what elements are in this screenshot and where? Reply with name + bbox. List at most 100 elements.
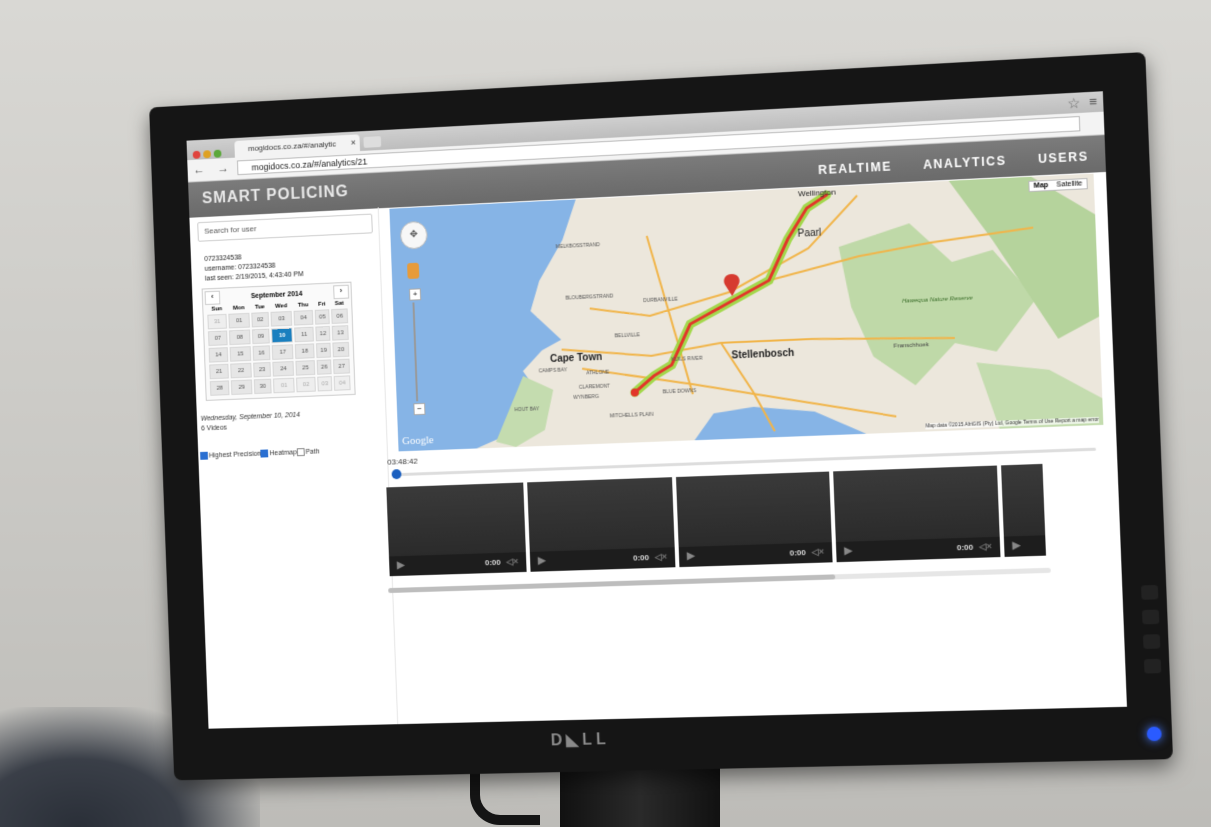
monitor-buttons <box>1141 584 1162 688</box>
highest-precision-checkbox[interactable] <box>200 451 209 460</box>
calendar-day[interactable]: 30 <box>253 378 272 395</box>
calendar-day[interactable]: 01 <box>273 377 296 394</box>
calendar-day[interactable]: 13 <box>332 325 349 341</box>
calendar-day[interactable]: 28 <box>209 380 230 396</box>
calendar-day[interactable]: 01 <box>228 312 250 329</box>
calendar-day[interactable]: 19 <box>315 342 332 359</box>
user-info: 0723324538 username: 0723324538 last see… <box>204 247 380 285</box>
mute-icon[interactable]: ◁× <box>655 551 668 562</box>
label-kuils-river: KUILS RIVER <box>671 356 703 363</box>
calendar-day[interactable]: 18 <box>295 343 315 359</box>
calendar-day[interactable]: 22 <box>230 362 252 379</box>
video-controls: ▶ 0:00 ◁× <box>529 547 676 572</box>
heatmap-checkbox[interactable] <box>260 449 269 458</box>
screen: mogidocs.co.za/#/analytic × ☆ ≡ ← → C mo… <box>186 91 1127 729</box>
display-options: Highest Precision Heatmap Path <box>200 445 387 460</box>
tab-close-icon[interactable]: × <box>350 135 356 152</box>
calendar-day[interactable]: 29 <box>230 379 253 395</box>
video-player[interactable]: ▶ 0:00 ◁× <box>675 471 833 568</box>
minimize-window-icon[interactable] <box>203 150 212 159</box>
calendar-day[interactable]: 26 <box>316 359 332 375</box>
calendar-day[interactable]: 31 <box>207 313 228 330</box>
monitor-brand-logo: D◣LL <box>550 731 610 750</box>
weekday-header: Sun <box>211 306 223 313</box>
zoom-slider[interactable] <box>412 302 419 402</box>
calendar-day[interactable]: 24 <box>272 360 295 377</box>
path-label: Path <box>305 448 320 456</box>
calendar-day[interactable]: 07 <box>207 330 228 347</box>
play-icon[interactable]: ▶ <box>397 560 405 571</box>
calendar-day[interactable]: 05 <box>314 309 331 325</box>
calendar-day[interactable]: 03 <box>270 310 293 327</box>
power-led <box>1146 726 1162 742</box>
zoom-out-button[interactable]: − <box>413 402 426 416</box>
user-search-input[interactable]: Search for user <box>197 213 373 242</box>
video-player[interactable]: ▶ 0:00 ◁× <box>527 477 676 572</box>
play-icon[interactable]: ▶ <box>1012 540 1020 551</box>
calendar-day[interactable]: 02 <box>251 311 270 328</box>
calendar-day[interactable]: 04 <box>333 375 351 391</box>
calendar-grid: Sun Mon Tue Wed Thu Fri Sat 31 01 02 03 04 05 06 07 08… <box>205 298 353 397</box>
maximize-window-icon[interactable] <box>213 149 222 158</box>
calendar-day[interactable]: 10 <box>271 327 294 344</box>
calendar-day[interactable]: 21 <box>209 363 229 380</box>
calendar-day[interactable]: 27 <box>333 358 351 375</box>
calendar-day[interactable]: 15 <box>229 346 252 362</box>
video-player[interactable]: ▶ 0:00 ◁× <box>386 482 527 577</box>
calendar-prev-button[interactable]: ‹ <box>204 290 221 306</box>
video-time: 0:00 <box>632 553 650 563</box>
mute-icon[interactable]: ◁× <box>979 541 992 553</box>
video-time: 0:00 <box>484 557 501 568</box>
map-view[interactable]: Cape Town Stellenbosch Paarl Wellington … <box>389 173 1104 452</box>
calendar-day[interactable]: 14 <box>208 347 229 363</box>
calendar-day[interactable]: 16 <box>252 345 271 361</box>
calendar-day[interactable]: 06 <box>331 308 349 324</box>
calendar-day[interactable]: 12 <box>315 325 331 342</box>
calendar-day[interactable]: 03 <box>317 376 333 392</box>
video-strip: ▶ 0:00 ◁× ▶ 0:00 ◁× ▶ 0:00 ◁× ▶ 0:00 ◁× ▶ <box>386 461 1114 578</box>
nav-users[interactable]: USERS <box>1038 149 1089 166</box>
weekday-header: Wed <box>275 303 288 310</box>
bookmark-star-icon[interactable]: ☆ <box>1067 95 1081 113</box>
timeline-knob[interactable] <box>391 469 402 480</box>
calendar-day[interactable]: 17 <box>271 344 294 360</box>
calendar-day[interactable]: 20 <box>332 341 350 358</box>
mute-icon[interactable]: ◁× <box>811 546 824 557</box>
weekday-header: Tue <box>254 304 265 311</box>
video-player[interactable]: ▶ 0:00 ◁× <box>833 465 1001 563</box>
play-icon[interactable]: ▶ <box>844 546 852 557</box>
google-logo: Google <box>401 434 434 448</box>
calendar-day[interactable]: 11 <box>294 326 314 343</box>
mute-icon[interactable]: ◁× <box>506 556 518 567</box>
calendar-month[interactable]: September 2014 <box>251 290 303 299</box>
close-window-icon[interactable] <box>192 150 201 159</box>
new-tab-button[interactable] <box>363 136 382 148</box>
calendar-day[interactable]: 02 <box>296 376 316 393</box>
zoom-in-button[interactable]: + <box>409 288 422 301</box>
video-controls: ▶ 0:00 ◁× <box>388 552 527 577</box>
day-info: Wednesday, September 10, 2014 6 Videos <box>201 407 386 434</box>
nav-analytics[interactable]: ANALYTICS <box>923 153 1007 171</box>
map-type-satellite-button[interactable]: Satellite <box>1052 179 1087 190</box>
scrollbar-thumb[interactable] <box>388 574 836 594</box>
label-athlone: ATHLONE <box>586 369 610 376</box>
video-controls: ▶ 0:00 ◁× <box>678 542 833 568</box>
heatmap-label: Heatmap <box>269 449 297 458</box>
calendar-day[interactable]: 04 <box>293 309 314 326</box>
calendar-day[interactable]: 09 <box>251 328 270 345</box>
pegman-icon[interactable] <box>407 262 420 280</box>
calendar-next-button[interactable]: › <box>333 284 350 300</box>
calendar-day[interactable]: 23 <box>253 361 272 378</box>
calendar-day[interactable]: 25 <box>295 360 316 376</box>
calendar-day[interactable]: 08 <box>229 329 251 346</box>
video-controls: ▶ <box>1003 535 1047 557</box>
nav-realtime[interactable]: REALTIME <box>818 159 892 177</box>
play-icon[interactable]: ▶ <box>687 551 695 562</box>
label-cape-town: Cape Town <box>550 352 602 365</box>
video-player[interactable]: ▶ <box>1001 463 1047 557</box>
browser-menu-icon[interactable]: ≡ <box>1089 94 1098 110</box>
path-checkbox[interactable] <box>296 448 305 457</box>
play-icon[interactable]: ▶ <box>538 555 546 566</box>
map-type-map-button[interactable]: Map <box>1029 181 1052 191</box>
map-canvas: Cape Town Stellenbosch Paarl Wellington … <box>389 173 1104 452</box>
